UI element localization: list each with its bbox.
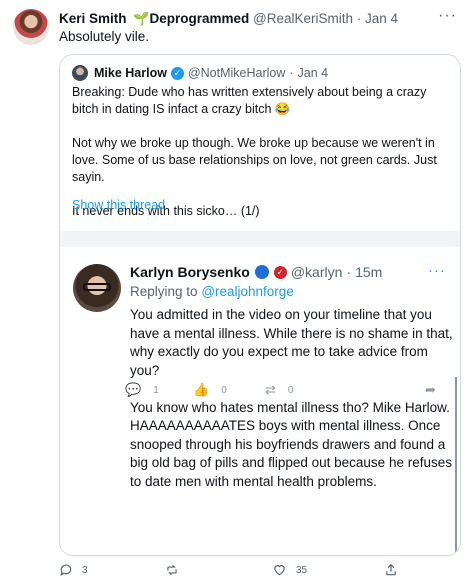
separator: · (356, 11, 362, 26)
tweet-actions: 3 35 (59, 563, 449, 581)
quoted-text: Breaking: Dude who has written extensive… (72, 84, 456, 237)
embedded-text: You admitted in the video on your timeli… (130, 306, 455, 510)
separator: · (346, 264, 352, 280)
show-thread-link[interactable]: Show this thread (72, 198, 165, 212)
reply-count: 3 (82, 564, 88, 576)
replying-to: Replying to @realjohnforge (130, 284, 294, 299)
tweet-header: Keri Smith 🌱Deprogrammed @RealKeriSmith … (59, 11, 398, 27)
like-count: 35 (296, 564, 308, 576)
reply-button[interactable]: 3 (59, 563, 88, 577)
sprout-icon: 🌱 (133, 11, 150, 26)
replying-prefix: Replying to (130, 284, 198, 299)
retweet-icon (167, 564, 177, 576)
glasses-decoration (83, 283, 111, 291)
embedded-time: 15m (355, 264, 383, 280)
share-arrow-icon: ➦ (425, 382, 436, 397)
like-button[interactable]: 35 (272, 563, 307, 577)
embedded-handle: @karlyn (290, 264, 343, 280)
embedded-like: 👍 0 (193, 382, 227, 398)
quoted-paragraph-1: Breaking: Dude who has written extensive… (72, 85, 427, 116)
embedded-retweet: ⇄ 0 (265, 382, 293, 398)
quoted-paragraph-2: Not why we broke up though. We broke up … (72, 136, 437, 184)
scrollbar (455, 377, 457, 552)
embedded-retweet-count: 0 (287, 384, 294, 396)
quoted-date[interactable]: Jan 4 (298, 66, 329, 80)
embedded-share: ➦ (425, 382, 448, 398)
embedded-more-icon: ··· (428, 262, 446, 279)
heart-icon (274, 565, 285, 576)
quoted-avatar[interactable] (72, 65, 88, 81)
embedded-reply-count: 1 (153, 384, 159, 396)
embedded-like-count: 0 (221, 384, 227, 396)
author-handle[interactable]: @RealKeriSmith (253, 11, 353, 26)
embedded-paragraph-1: You admitted in the video on your timeli… (130, 307, 453, 378)
quoted-author-name[interactable]: Mike Harlow (94, 66, 167, 80)
tweet-date[interactable]: Jan 4 (365, 11, 398, 26)
avatar[interactable] (13, 9, 49, 45)
embedded-header: Karlyn Borysenko ✓ @karlyn · 15m (130, 264, 382, 280)
more-options-icon[interactable]: ··· (438, 7, 457, 25)
verified-badge-icon: ✓ (170, 66, 184, 80)
separator: · (289, 66, 294, 80)
retweet-button[interactable] (164, 563, 189, 577)
share-button[interactable] (384, 563, 407, 577)
embedded-reply: 💬 1 (125, 382, 159, 398)
retweet-icon: ⇄ (265, 382, 276, 397)
quoted-handle[interactable]: @NotMikeHarlow (188, 66, 285, 80)
author-badge-text: Deprogrammed (149, 11, 250, 26)
thumbs-up-icon: 👍 (193, 382, 210, 397)
embedded-paragraph-2: You know who hates mental illness tho? M… (130, 399, 452, 489)
divider (60, 231, 460, 247)
reply-icon (60, 564, 72, 576)
embedded-author-name: Karlyn Borysenko (130, 264, 250, 280)
comment-icon: 💬 (125, 382, 142, 397)
red-circle-icon: ✓ (273, 265, 287, 279)
tweet[interactable]: Keri Smith 🌱Deprogrammed @RealKeriSmith … (0, 0, 473, 586)
quoted-header: Mike Harlow ✓ @NotMikeHarlow · Jan 4 (72, 65, 328, 81)
embedded-actions: 💬 1 👍 0 ⇄ 0 ➦ (125, 382, 445, 402)
replying-to-handle: @realjohnforge (201, 284, 294, 299)
quoted-tweet[interactable]: Mike Harlow ✓ @NotMikeHarlow · Jan 4 Bre… (59, 54, 461, 556)
author-name[interactable]: Keri Smith (59, 11, 127, 26)
share-icon (386, 563, 396, 576)
tweet-text: Absolutely vile. (59, 29, 150, 44)
yarn-ball-icon (254, 265, 269, 279)
